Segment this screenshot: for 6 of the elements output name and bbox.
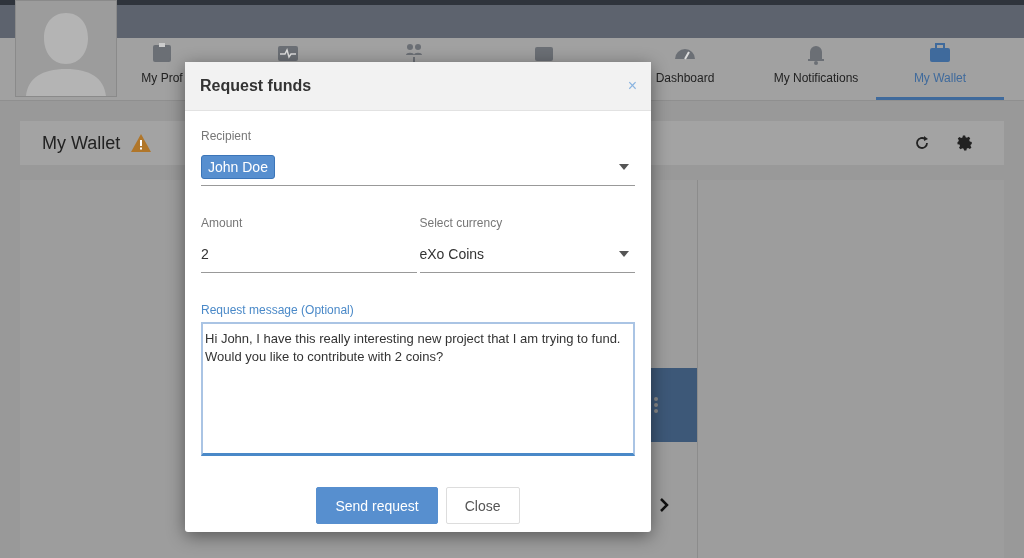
field-label: Amount <box>201 216 243 230</box>
field-label: Recipient <box>201 129 252 143</box>
page-title: My Wallet <box>42 132 121 154</box>
dialog-title: Request funds <box>200 77 312 95</box>
field-label: Select currency <box>419 216 503 230</box>
field-label: Request message (Optional) <box>201 303 354 317</box>
